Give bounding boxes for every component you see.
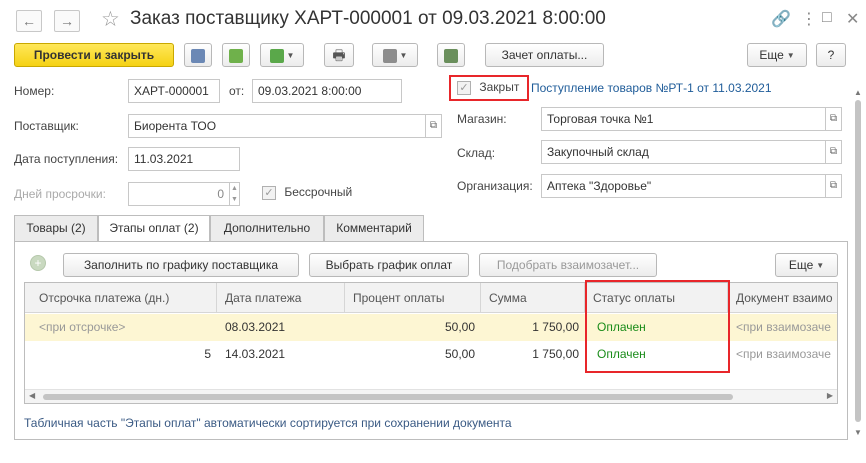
- tab-payment-stages[interactable]: Этапы оплат (2): [98, 215, 210, 242]
- number-field[interactable]: ХАРТ-000001: [128, 79, 220, 103]
- supplier-label: Поставщик:: [14, 119, 79, 133]
- scroll-left-icon[interactable]: ◀: [29, 391, 35, 400]
- warehouse-field[interactable]: Закупочный склад: [541, 140, 826, 164]
- offset-document-cell[interactable]: <при взаимозаче: [728, 341, 837, 368]
- more-button[interactable]: Еще ▼: [747, 43, 807, 67]
- indefinite-checkbox[interactable]: ✓ Бессрочный: [262, 185, 352, 200]
- status-column-highlight: [585, 280, 730, 373]
- scroll-thumb[interactable]: [43, 394, 733, 400]
- column-header[interactable]: Дата платежа: [217, 283, 345, 313]
- chevron-down-icon: ▼: [399, 50, 408, 60]
- payment-offset-button[interactable]: Зачет оплаты...: [485, 43, 604, 67]
- open-form-icon: ⧉: [829, 146, 838, 157]
- link-icon[interactable]: 🔗: [771, 9, 791, 29]
- tab-comment[interactable]: Комментарий: [324, 215, 424, 241]
- chevron-down-icon: ▼: [786, 50, 795, 60]
- payment-date-cell[interactable]: 14.03.2021: [217, 341, 345, 368]
- organization-field[interactable]: Аптека "Здоровье": [541, 174, 826, 198]
- date-field[interactable]: 09.03.2021 8:00:00: [252, 79, 402, 103]
- back-button[interactable]: ←: [16, 10, 42, 32]
- percent-cell[interactable]: 50,00: [345, 341, 481, 368]
- choose-schedule-button[interactable]: Выбрать график оплат: [309, 253, 469, 277]
- forward-button[interactable]: →: [54, 10, 80, 32]
- supplier-field[interactable]: Биорента ТОО: [128, 114, 426, 138]
- column-header[interactable]: Сумма: [481, 283, 585, 313]
- create-based-on-icon: [269, 48, 284, 63]
- stages-more-button[interactable]: Еще ▼: [775, 253, 838, 277]
- warehouse-label: Склад:: [457, 146, 496, 160]
- tab-goods[interactable]: Товары (2): [14, 215, 98, 241]
- post-and-close-button[interactable]: Провести и закрыть: [14, 43, 174, 67]
- star-icon[interactable]: ☆: [101, 7, 120, 32]
- checkmark-icon: ✓: [262, 185, 276, 200]
- supplier-open-button[interactable]: ⧉: [426, 114, 442, 138]
- edit-pencil-icon: [444, 48, 458, 63]
- payment-date-cell[interactable]: 08.03.2021: [217, 314, 345, 341]
- sum-cell[interactable]: 1 750,00: [481, 341, 585, 368]
- sorting-footnote: Табличная часть "Этапы оплат" автоматиче…: [24, 416, 512, 430]
- scroll-thumb[interactable]: [855, 100, 861, 422]
- arrow-left-icon: ←: [22, 13, 36, 29]
- number-label: Номер:: [14, 84, 55, 98]
- delay-cell[interactable]: <при отсрочке>: [25, 314, 217, 341]
- date-from-label: от:: [229, 84, 245, 98]
- indefinite-label: Бессрочный: [284, 185, 353, 199]
- open-form-icon: ⧉: [429, 120, 438, 131]
- closed-label: Закрыт: [479, 80, 520, 94]
- more-label: Еще: [788, 258, 814, 272]
- horizontal-scrollbar[interactable]: ◀ ▶: [25, 389, 837, 403]
- vertical-scrollbar[interactable]: ▲ ▼: [854, 88, 862, 440]
- restore-window-icon[interactable]: □: [822, 9, 832, 27]
- scroll-up-icon[interactable]: ▲: [854, 88, 862, 97]
- printer-icon: 🖶: [332, 47, 346, 63]
- overdue-days-label: Дней просрочки:: [14, 187, 106, 201]
- page-title: Заказ поставщику ХАРТ-000001 от 09.03.20…: [130, 8, 606, 29]
- receipt-date-field[interactable]: 11.03.2021: [128, 147, 240, 171]
- organization-label: Организация:: [457, 179, 533, 193]
- percent-cell[interactable]: 50,00: [345, 314, 481, 341]
- organization-open-button[interactable]: ⧉: [826, 174, 842, 198]
- sum-cell[interactable]: 1 750,00: [481, 314, 585, 341]
- column-header[interactable]: Процент оплаты: [345, 283, 481, 313]
- tab-additional[interactable]: Дополнительно: [210, 215, 324, 241]
- add-row-icon[interactable]: +: [30, 255, 46, 271]
- save-button[interactable]: [184, 43, 212, 67]
- edit-button[interactable]: [437, 43, 465, 67]
- print-button[interactable]: 🖶: [324, 43, 354, 67]
- reports-button[interactable]: ▼: [372, 43, 418, 67]
- warehouse-open-button[interactable]: ⧉: [826, 140, 842, 164]
- store-field[interactable]: Торговая точка №1: [541, 107, 826, 131]
- floppy-disk-icon: [191, 48, 205, 63]
- arrow-right-icon: →: [60, 13, 74, 29]
- chevron-down-icon: ▼: [286, 50, 295, 60]
- store-open-button[interactable]: ⧉: [826, 107, 842, 131]
- column-header[interactable]: Документ взаимо: [728, 283, 837, 313]
- open-form-icon: ⧉: [829, 180, 838, 191]
- scroll-right-icon[interactable]: ▶: [827, 391, 833, 400]
- close-icon[interactable]: ✕: [846, 9, 859, 29]
- overdue-days-spinner[interactable]: ▲ ▼: [230, 182, 240, 206]
- fill-by-schedule-button[interactable]: Заполнить по графику поставщика: [63, 253, 299, 277]
- help-button[interactable]: ?: [816, 43, 846, 67]
- more-label: Еще: [759, 48, 784, 62]
- create-based-on-button[interactable]: ▼: [260, 43, 304, 67]
- column-header[interactable]: Отсрочка платежа (дн.): [25, 283, 217, 313]
- chevron-down-icon: ▼: [816, 260, 825, 270]
- open-form-icon: ⧉: [829, 113, 838, 124]
- reports-icon: [382, 48, 397, 63]
- closed-checkbox[interactable]: ✓ Закрыт: [457, 80, 519, 95]
- post-document-icon: [229, 48, 243, 63]
- checkmark-icon: ✓: [457, 80, 471, 95]
- store-label: Магазин:: [457, 112, 507, 126]
- post-button[interactable]: [222, 43, 250, 67]
- offset-document-cell[interactable]: <при взаимозаче: [728, 314, 837, 341]
- receipt-date-label: Дата поступления:: [14, 152, 119, 166]
- receipt-document-link[interactable]: Поступление товаров №РТ-1 от 11.03.2021: [531, 81, 772, 95]
- delay-cell[interactable]: 5: [25, 341, 217, 368]
- overdue-days-field[interactable]: 0: [128, 182, 230, 206]
- select-offset-button[interactable]: Подобрать взаимозачет...: [479, 253, 657, 277]
- scroll-down-icon[interactable]: ▼: [854, 428, 862, 437]
- kebab-menu-icon[interactable]: ⋮: [801, 9, 817, 29]
